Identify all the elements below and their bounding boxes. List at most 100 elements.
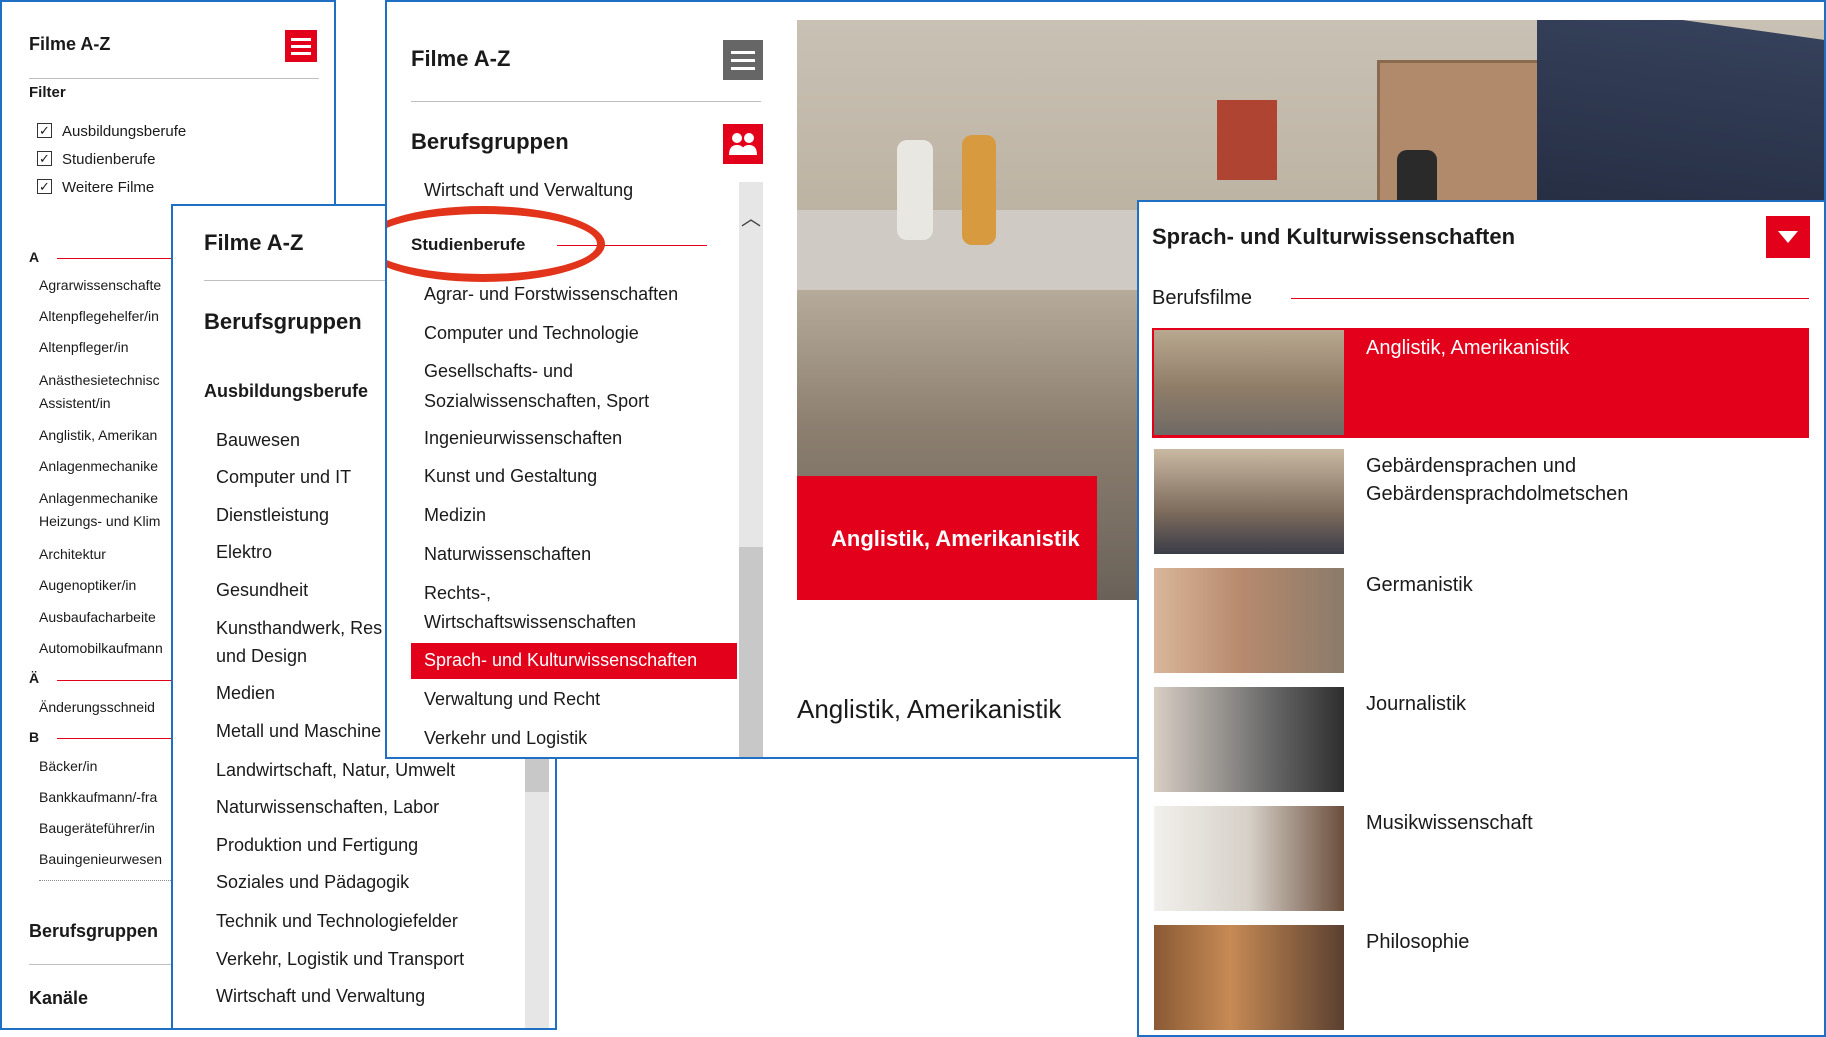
- category-item[interactable]: Medien: [216, 683, 275, 704]
- list-item[interactable]: Altenpflegehelfer/in: [39, 308, 159, 324]
- active-category-label: Sprach- und Kulturwissenschaften: [424, 650, 698, 670]
- category-item[interactable]: Technik und Technologiefelder: [216, 911, 458, 932]
- divider: [411, 101, 761, 102]
- active-category-item[interactable]: Sprach- und Kulturwissenschaften: [411, 643, 737, 679]
- film-thumbnail[interactable]: [1154, 925, 1344, 1030]
- panel-title: Filme A-Z: [411, 46, 511, 71]
- panel-title: Filme A-Z: [29, 34, 111, 54]
- category-item[interactable]: Kunst und Gestaltung: [424, 466, 597, 487]
- category-item[interactable]: Naturwissenschaften: [424, 544, 591, 565]
- list-item[interactable]: Ausbaufacharbeite: [39, 609, 156, 625]
- video-scene-person: [962, 135, 996, 245]
- list-item-continued[interactable]: Heizungs- und Klim: [39, 513, 160, 529]
- film-title[interactable]: Musikwissenschaft: [1366, 812, 1533, 835]
- panel-title: Sprach- und Kulturwissenschaften: [1152, 224, 1516, 249]
- film-thumbnail[interactable]: [1154, 806, 1344, 911]
- film-title[interactable]: Journalistik: [1366, 693, 1466, 716]
- scrollbar-thumb[interactable]: [739, 547, 763, 757]
- category-item[interactable]: Metall und Maschine: [216, 721, 381, 742]
- list-item[interactable]: Architektur: [39, 546, 106, 562]
- category-item[interactable]: Computer und IT: [216, 467, 351, 488]
- section-berufsgruppen[interactable]: Berufsgruppen: [204, 309, 362, 335]
- list-item[interactable]: Bauingenieurwesen: [39, 851, 162, 867]
- category-item[interactable]: Produktion und Fertigung: [216, 835, 418, 856]
- section-berufsgruppen[interactable]: Berufsgruppen: [411, 129, 569, 155]
- film-thumbnail[interactable]: [1154, 330, 1344, 435]
- chevron-down-icon[interactable]: [1766, 216, 1810, 258]
- list-cutoff: [39, 880, 179, 890]
- highlight-ring: [387, 206, 605, 282]
- subsection-ausbildungsberufe: Ausbildungsberufe: [204, 381, 369, 401]
- category-item[interactable]: Wirtschaft und Verwaltung: [424, 180, 633, 201]
- film-title[interactable]: Gebärdensprachen und: [1366, 455, 1576, 478]
- subsection-berufsfilme: Berufsfilme: [1152, 287, 1253, 309]
- video-scene-sign: [1217, 100, 1277, 180]
- list-item-continued[interactable]: Assistent/in: [39, 395, 111, 411]
- category-item[interactable]: Agrar- und Forstwissenschaften: [424, 284, 678, 305]
- category-item[interactable]: Elektro: [216, 542, 272, 563]
- checkmark-icon[interactable]: ✓: [37, 151, 52, 166]
- letter-heading-b: B: [29, 729, 40, 745]
- list-item[interactable]: Anglistik, Amerikan: [39, 427, 157, 443]
- list-item[interactable]: Agrarwissenschafte: [39, 277, 161, 293]
- letter-heading-a: A: [29, 249, 40, 265]
- category-item[interactable]: Wirtschaft und Verwaltung: [216, 986, 425, 1007]
- list-item[interactable]: Anästhesietechnisc: [39, 372, 160, 388]
- film-title-continued[interactable]: Gebärdensprachdolmetschen: [1366, 483, 1628, 506]
- category-item[interactable]: Verkehr, Logistik und Transport: [216, 949, 464, 970]
- checkmark-icon[interactable]: ✓: [37, 123, 52, 138]
- video-title: Anglistik, Amerikanistik: [797, 694, 1062, 724]
- category-item[interactable]: Medizin: [424, 505, 486, 526]
- list-item[interactable]: Anlagenmechanike: [39, 490, 158, 506]
- category-item[interactable]: Dienstleistung: [216, 505, 329, 526]
- category-item[interactable]: Landwirtschaft, Natur, Umwelt: [216, 760, 455, 781]
- checkmark-icon[interactable]: ✓: [37, 179, 52, 194]
- list-item[interactable]: Bäcker/in: [39, 758, 97, 774]
- category-item[interactable]: Gesundheit: [216, 580, 308, 601]
- film-title[interactable]: Germanistik: [1366, 574, 1473, 597]
- category-item-continued[interactable]: Wirtschaftswissenschaften: [424, 612, 636, 633]
- panel-title: Filme A-Z: [204, 230, 304, 255]
- filter-ausbildungsberufe[interactable]: Ausbildungsberufe: [62, 123, 186, 140]
- list-item[interactable]: Bankkaufmann/-fra: [39, 789, 157, 805]
- film-thumbnail[interactable]: [1154, 568, 1344, 673]
- filter-studienberufe[interactable]: Studienberufe: [62, 151, 155, 168]
- people-icon: [723, 124, 763, 164]
- video-caption-box: Anglistik, Amerikanistik: [797, 476, 1097, 600]
- list-item[interactable]: Automobilkaufmann: [39, 640, 163, 656]
- list-item[interactable]: Altenpfleger/in: [39, 339, 129, 355]
- divider: [29, 78, 319, 79]
- film-thumbnail[interactable]: [1154, 449, 1344, 554]
- category-item[interactable]: Naturwissenschaften, Labor: [216, 797, 439, 818]
- list-item[interactable]: Baugeräteführer/in: [39, 820, 155, 836]
- hamburger-icon[interactable]: [285, 30, 317, 62]
- section-kanaele[interactable]: Kanäle: [29, 988, 88, 1009]
- category-item[interactable]: Verkehr und Logistik: [424, 728, 587, 749]
- list-item[interactable]: Änderungsschneid: [39, 699, 155, 715]
- video-scene-person: [897, 140, 933, 240]
- chevron-up-icon[interactable]: ︿: [741, 202, 761, 231]
- section-berufsgruppen[interactable]: Berufsgruppen: [29, 921, 158, 942]
- hamburger-icon[interactable]: [723, 40, 763, 80]
- panel-sprach-kulturwissenschaften: Sprach- und Kulturwissenschaften Berufsf…: [1137, 200, 1826, 1037]
- film-title[interactable]: Philosophie: [1366, 931, 1469, 954]
- category-item[interactable]: Rechts-,: [424, 583, 491, 604]
- category-item[interactable]: Gesellschafts- und: [424, 361, 573, 382]
- category-item[interactable]: Ingenieurwissenschaften: [424, 428, 622, 449]
- filter-weitere-filme[interactable]: Weitere Filme: [62, 179, 154, 196]
- list-item[interactable]: Anlagenmechanike: [39, 458, 158, 474]
- category-item[interactable]: Verwaltung und Recht: [424, 689, 600, 710]
- category-item[interactable]: Computer und Technologie: [424, 323, 639, 344]
- subsection-rule: [1291, 298, 1809, 299]
- letter-heading-ae: Ä: [29, 670, 40, 686]
- film-thumbnail[interactable]: [1154, 687, 1344, 792]
- category-item-continued[interactable]: Sozialwissenschaften, Sport: [424, 391, 649, 412]
- film-title[interactable]: Anglistik, Amerikanistik: [1366, 337, 1569, 360]
- filter-label: Filter: [29, 84, 66, 101]
- list-item[interactable]: Augenoptiker/in: [39, 577, 136, 593]
- video-caption: Anglistik, Amerikanistik: [831, 526, 1080, 551]
- category-item[interactable]: Bauwesen: [216, 430, 300, 451]
- category-item-continued[interactable]: und Design: [216, 646, 307, 667]
- category-item[interactable]: Soziales und Pädagogik: [216, 872, 409, 893]
- category-item[interactable]: Kunsthandwerk, Res: [216, 618, 382, 639]
